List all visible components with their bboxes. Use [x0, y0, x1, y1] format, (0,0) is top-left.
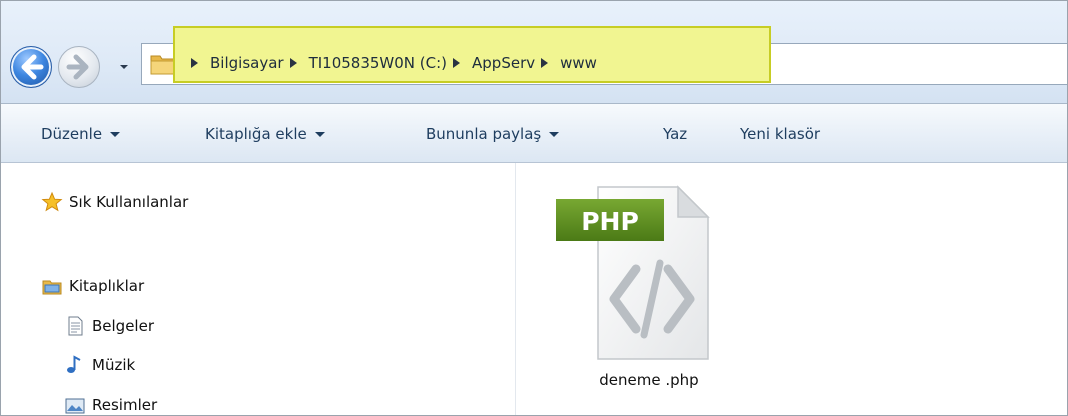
chevron-down-icon: [120, 65, 128, 69]
library-icon: [42, 280, 62, 295]
sidebar-item-label: Resimler: [92, 396, 158, 414]
burn-button[interactable]: Yaz: [663, 123, 687, 145]
sidebar-item-libraries[interactable]: Kitaplıklar: [41, 273, 144, 299]
breadcrumb-separator-icon[interactable]: [289, 58, 297, 68]
breadcrumb-item[interactable]: AppServ: [472, 54, 535, 72]
sidebar-item-label: Müzik: [92, 356, 136, 374]
file-list: PHP deneme .php: [516, 163, 1067, 415]
breadcrumb: Bilgisayar TI105835W0N (C:) AppServ www: [185, 43, 597, 83]
sidebar-item-music[interactable]: Müzik: [64, 352, 135, 378]
php-badge-label: PHP: [581, 207, 639, 236]
pictures-icon: [65, 398, 85, 414]
sidebar-item-label: Sık Kullanılanlar: [69, 193, 189, 211]
include-library-label: Kitaplığa ekle: [205, 125, 307, 143]
forward-arrow-icon: [66, 54, 89, 80]
chevron-down-icon: [549, 132, 560, 137]
php-file-icon: PHP: [556, 185, 710, 360]
back-button[interactable]: [10, 46, 52, 88]
breadcrumb-item[interactable]: Bilgisayar: [210, 54, 284, 72]
organize-label: Düzenle: [41, 125, 103, 143]
sidebar-item-documents[interactable]: Belgeler: [64, 313, 154, 339]
burn-label: Yaz: [663, 125, 688, 143]
breadcrumb-separator-icon[interactable]: [191, 58, 198, 68]
chevron-down-icon: [110, 132, 121, 137]
command-bar: Düzenle Kitaplığa ekle Bununla paylaş Ya…: [1, 104, 1067, 163]
navigation-pane: Sık Kullanılanlar Kitaplıklar Belgeler M…: [1, 163, 516, 415]
breadcrumb-separator-icon[interactable]: [541, 58, 549, 68]
music-icon: [67, 355, 81, 373]
document-icon: [68, 316, 83, 336]
chevron-down-icon: [314, 132, 325, 137]
organize-button[interactable]: Düzenle: [41, 123, 121, 145]
sidebar-item-label: Belgeler: [92, 317, 154, 335]
explorer-window: Bilgisayar TI105835W0N (C:) AppServ www …: [0, 0, 1068, 416]
star-icon: [41, 191, 63, 212]
sidebar-item-label: Kitaplıklar: [69, 277, 145, 295]
share-with-button[interactable]: Bununla paylaş: [426, 123, 560, 145]
back-arrow-icon: [21, 54, 44, 80]
file-name: deneme .php: [599, 371, 699, 389]
include-in-library-button[interactable]: Kitaplığa ekle: [205, 123, 325, 145]
breadcrumb-separator-icon[interactable]: [453, 58, 461, 68]
new-folder-button[interactable]: Yeni klasör: [740, 123, 820, 145]
breadcrumb-item[interactable]: www: [560, 54, 597, 72]
recent-pages-dropdown[interactable]: [118, 61, 130, 73]
sidebar-item-pictures[interactable]: Resimler: [64, 392, 158, 415]
breadcrumb-item[interactable]: TI105835W0N (C:): [309, 54, 447, 72]
share-with-label: Bununla paylaş: [426, 125, 542, 143]
sidebar-item-favorites[interactable]: Sık Kullanılanlar: [41, 189, 188, 215]
forward-button[interactable]: [58, 46, 100, 88]
new-folder-label: Yeni klasör: [740, 125, 821, 143]
